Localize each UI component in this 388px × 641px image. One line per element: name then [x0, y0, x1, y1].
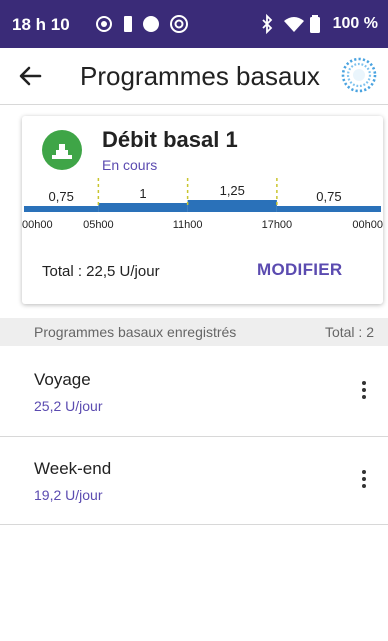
sim-icon: [122, 13, 134, 41]
segment-rate-label: 0,75: [316, 189, 341, 204]
time-axis-label: 11h00: [173, 219, 203, 231]
time-axis-label: 05h00: [83, 219, 114, 231]
segment-rate-label: 0,75: [49, 189, 74, 204]
program-item-rate: 19,2 U/jour: [34, 487, 103, 503]
pod-status-icon[interactable]: [340, 56, 378, 94]
list-item-week-end[interactable]: Week-end 19,2 U/jour: [0, 437, 388, 525]
list-divider: [0, 524, 388, 525]
active-program-card: Débit basal 1 En cours 0,75 1 1,25 0,75 00h0…: [22, 116, 383, 304]
basal-active-icon: [42, 130, 82, 170]
saved-programs-count: Total : 2: [324, 324, 374, 340]
basal-segment-bar: [24, 206, 99, 212]
segment-rate-label: 1: [139, 186, 146, 201]
time-axis-label: 17h00: [262, 219, 293, 231]
bluetooth-icon: [260, 13, 274, 41]
list-item-voyage[interactable]: Voyage 25,2 U/jour: [0, 348, 388, 436]
status-bar: 18 h 10 100 %: [0, 0, 388, 48]
saved-programs-header: Programmes basaux enregistrés Total : 2: [0, 318, 388, 346]
basal-segment-bar: [98, 203, 188, 212]
program-item-rate: 25,2 U/jour: [34, 398, 103, 414]
app-bar: Programmes basaux: [0, 48, 388, 104]
more-options-icon[interactable]: [354, 378, 374, 406]
program-item-name: Week-end: [34, 459, 112, 478]
page-title: Programmes basaux: [80, 61, 320, 91]
time-axis-label: 00h00: [22, 219, 53, 231]
circle-icon: [140, 13, 162, 41]
header-divider: [0, 104, 388, 105]
total-daily-dose: Total : 22,5 U/jour: [42, 263, 160, 280]
battery-percent: 100 %: [332, 15, 378, 32]
basal-segment-bar: [187, 200, 277, 212]
program-status: En cours: [102, 157, 158, 173]
segment-rate-label: 1,25: [220, 183, 245, 198]
do-not-disturb-icon: [168, 13, 190, 41]
program-item-name: Voyage: [34, 370, 91, 389]
program-name: Débit basal 1: [102, 127, 238, 152]
time-axis-label: 00h00: [352, 219, 383, 231]
saved-programs-title: Programmes basaux enregistrés: [34, 324, 237, 340]
back-arrow-icon[interactable]: [14, 58, 46, 94]
status-time: 18 h 10: [12, 15, 70, 34]
battery-icon: [308, 13, 322, 41]
more-options-icon[interactable]: [354, 467, 374, 495]
basal-segment-bar: [276, 206, 381, 212]
wifi-icon: [282, 13, 306, 41]
nfc-icon: [94, 13, 114, 41]
basal-rate-graph: 0,75 1 1,25 0,75 00h00 05h00 11h00 17h00 00h00: [22, 178, 383, 231]
modify-button[interactable]: MODIFIER: [257, 260, 343, 280]
